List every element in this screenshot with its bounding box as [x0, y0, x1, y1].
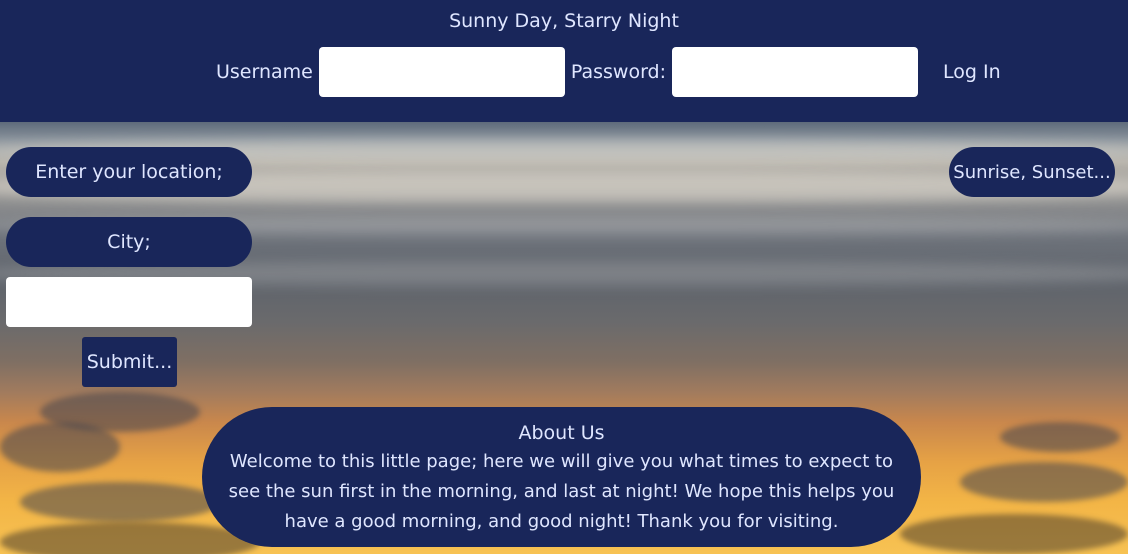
username-input[interactable] — [318, 47, 565, 97]
city-input[interactable] — [6, 277, 252, 327]
cloud — [960, 462, 1128, 502]
site-title: Sunny Day, Starry Night — [449, 10, 679, 32]
location-prompt: Enter your location; — [6, 147, 252, 197]
city-label: City; — [6, 217, 252, 267]
log-in-button[interactable]: Log In — [943, 61, 1001, 83]
username-label: Username — [216, 61, 313, 83]
cloud — [0, 522, 260, 554]
submit-button[interactable]: Submit... — [82, 337, 177, 387]
about-us-title: About Us — [518, 422, 605, 444]
cloud — [20, 482, 220, 522]
login-form: Username Password: Log In — [216, 47, 1001, 97]
sunrise-sunset-button[interactable]: Sunrise, Sunset... — [949, 147, 1115, 197]
password-label: Password: — [570, 61, 667, 83]
about-us-panel: About Us Welcome to this little page; he… — [202, 407, 921, 547]
site-header: Sunny Day, Starry Night Username Passwor… — [0, 0, 1128, 122]
cloud — [1000, 422, 1120, 452]
cloud — [900, 514, 1128, 554]
cloud — [0, 422, 120, 472]
about-us-text: Welcome to this little page; here we wil… — [228, 451, 895, 532]
password-input[interactable] — [672, 47, 919, 97]
